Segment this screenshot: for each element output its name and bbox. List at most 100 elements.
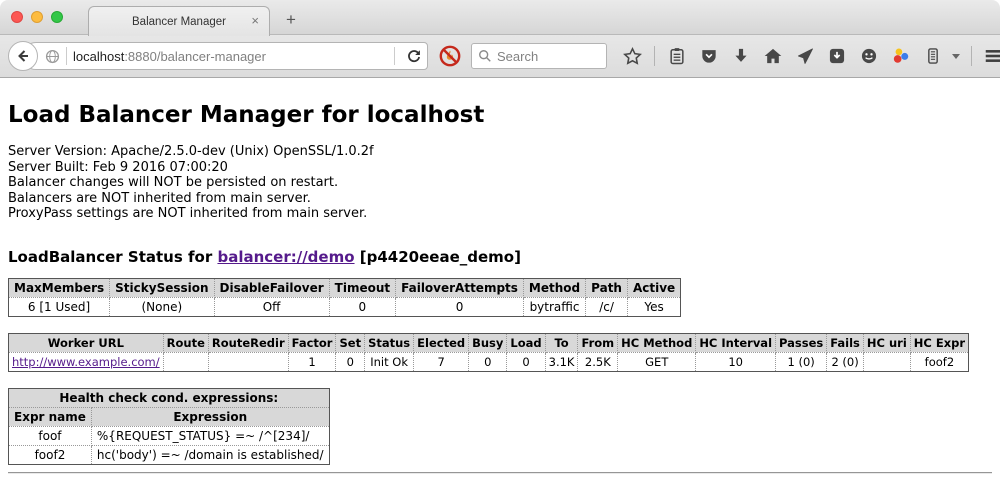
cell-worker-url: http://www.example.com/ (9, 352, 164, 371)
bookmark-star-button[interactable] (619, 43, 645, 69)
col-elected: Elected (414, 333, 469, 352)
minimize-window-button[interactable] (31, 11, 43, 23)
window-controls (11, 11, 63, 23)
search-input[interactable] (497, 49, 600, 64)
container-icon (923, 46, 943, 66)
server-built-line: Server Built: Feb 9 2016 07:00:20 (8, 160, 992, 176)
status-heading-prefix: LoadBalancer Status for (8, 248, 217, 266)
cell-passes: 1 (0) (776, 352, 827, 371)
url-bar[interactable]: localhost:8880/balancer-manager (22, 42, 428, 70)
col-route: Route (163, 333, 208, 352)
colored-dots-extension-button[interactable] (888, 43, 914, 69)
col-routeredir: RouteRedir (208, 333, 288, 352)
worker-status-table: Worker URL Route RouteRedir Factor Set S… (8, 333, 969, 372)
cell-disablefailover: Off (214, 297, 329, 316)
col-expr-name: Expr name (9, 407, 92, 426)
balancer-demo-link[interactable]: balancer://demo (217, 248, 354, 266)
cell-timeout: 0 (329, 297, 395, 316)
cell-busy: 0 (469, 352, 507, 371)
col-method: Method (523, 278, 585, 297)
persist-warning-line: Balancer changes will NOT be persisted o… (8, 175, 992, 191)
cell-fails: 2 (0) (827, 352, 864, 371)
back-button[interactable] (8, 41, 38, 71)
url-path: :8880/balancer-manager (124, 49, 266, 64)
col-stickysession: StickySession (110, 278, 214, 297)
menu-button[interactable] (981, 43, 1000, 69)
worker-url-link[interactable]: http://www.example.com/ (12, 355, 160, 369)
cell-hc-method: GET (618, 352, 696, 371)
table-header-row: Worker URL Route RouteRedir Factor Set S… (9, 333, 969, 352)
navigation-toolbar: localhost:8880/balancer-manager (0, 35, 1000, 78)
cell-expression: hc('body') =~ /domain is established/ (91, 445, 329, 464)
downloads-button[interactable] (728, 43, 754, 69)
urlbar-divider (394, 47, 395, 65)
health-table-title: Health check cond. expressions: (9, 388, 330, 407)
balancers-warning-line: Balancers are NOT inherited from main se… (8, 191, 992, 207)
col-path: Path (586, 278, 628, 297)
chevron-down-icon[interactable] (952, 54, 960, 59)
table-row: http://www.example.com/ 1 0 Init Ok 7 0 … (9, 352, 969, 371)
col-passes: Passes (776, 333, 827, 352)
url-host: localhost (73, 49, 124, 64)
zoom-window-button[interactable] (51, 11, 63, 23)
container-extension-button[interactable] (920, 43, 946, 69)
cell-expr-name: foof (9, 426, 92, 445)
table-header-row: Expr name Expression (9, 407, 330, 426)
close-window-button[interactable] (11, 11, 23, 23)
home-button[interactable] (760, 43, 786, 69)
col-timeout: Timeout (329, 278, 395, 297)
pocket-button[interactable] (696, 43, 722, 69)
cell-factor: 1 (288, 352, 336, 371)
menu-icon (983, 45, 1000, 67)
download-icon (731, 46, 751, 66)
table-title-row: Health check cond. expressions: (9, 388, 330, 407)
cell-load: 0 (507, 352, 545, 371)
col-failoverattempts: FailoverAttempts (396, 278, 524, 297)
search-box[interactable] (471, 43, 607, 69)
smiley-icon (859, 46, 879, 66)
col-worker-url: Worker URL (9, 333, 164, 352)
tab-bar: Balancer Manager × + (0, 0, 1000, 35)
tab-close-icon[interactable]: × (251, 14, 259, 27)
plugin-blocked-button[interactable] (438, 44, 462, 68)
col-hc-uri: HC uri (863, 333, 910, 352)
pocket-icon (699, 46, 719, 66)
toolbar-divider (971, 46, 972, 66)
cell-route (163, 352, 208, 371)
reload-button[interactable] (401, 43, 427, 69)
col-fails: Fails (827, 333, 864, 352)
cell-hc-interval: 10 (696, 352, 776, 371)
clipboard-icon (667, 46, 687, 66)
server-version-line: Server Version: Apache/2.5.0-dev (Unix) … (8, 144, 992, 160)
send-tab-button[interactable] (792, 43, 818, 69)
col-busy: Busy (469, 333, 507, 352)
url-text[interactable]: localhost:8880/balancer-manager (73, 49, 388, 64)
cell-status: Init Ok (365, 352, 414, 371)
cell-active: Yes (627, 297, 680, 316)
tab-balancer-manager[interactable]: Balancer Manager × (88, 6, 270, 36)
cell-path: /c/ (586, 297, 628, 316)
toolbar-divider (654, 46, 655, 66)
cell-elected: 7 (414, 352, 469, 371)
cell-method: bytraffic (523, 297, 585, 316)
back-icon (15, 48, 31, 64)
table-row: foof2 hc('body') =~ /domain is establish… (9, 445, 330, 464)
tab-title: Balancer Manager (132, 16, 226, 28)
new-tab-button[interactable]: + (278, 8, 304, 32)
table-row: 6 [1 Used] (None) Off 0 0 bytraffic /c/ … (9, 297, 681, 316)
balancer-status-heading: LoadBalancer Status for balancer://demo … (8, 248, 992, 266)
table-header-row: MaxMembers StickySession DisableFailover… (9, 278, 681, 297)
cell-failoverattempts: 0 (396, 297, 524, 316)
star-icon (622, 46, 643, 67)
col-factor: Factor (288, 333, 336, 352)
cell-from: 2.5K (578, 352, 618, 371)
toolbar-icons (619, 43, 1000, 69)
col-status: Status (365, 333, 414, 352)
page-content: Load Balancer Manager for localhost Serv… (0, 78, 1000, 491)
bookmarks-menu-button[interactable] (664, 43, 690, 69)
emoji-extension-button[interactable] (856, 43, 882, 69)
urlbar-divider (66, 47, 67, 65)
save-to-box-button[interactable] (824, 43, 850, 69)
col-hc-expr: HC Expr (910, 333, 968, 352)
col-expression: Expression (91, 407, 329, 426)
